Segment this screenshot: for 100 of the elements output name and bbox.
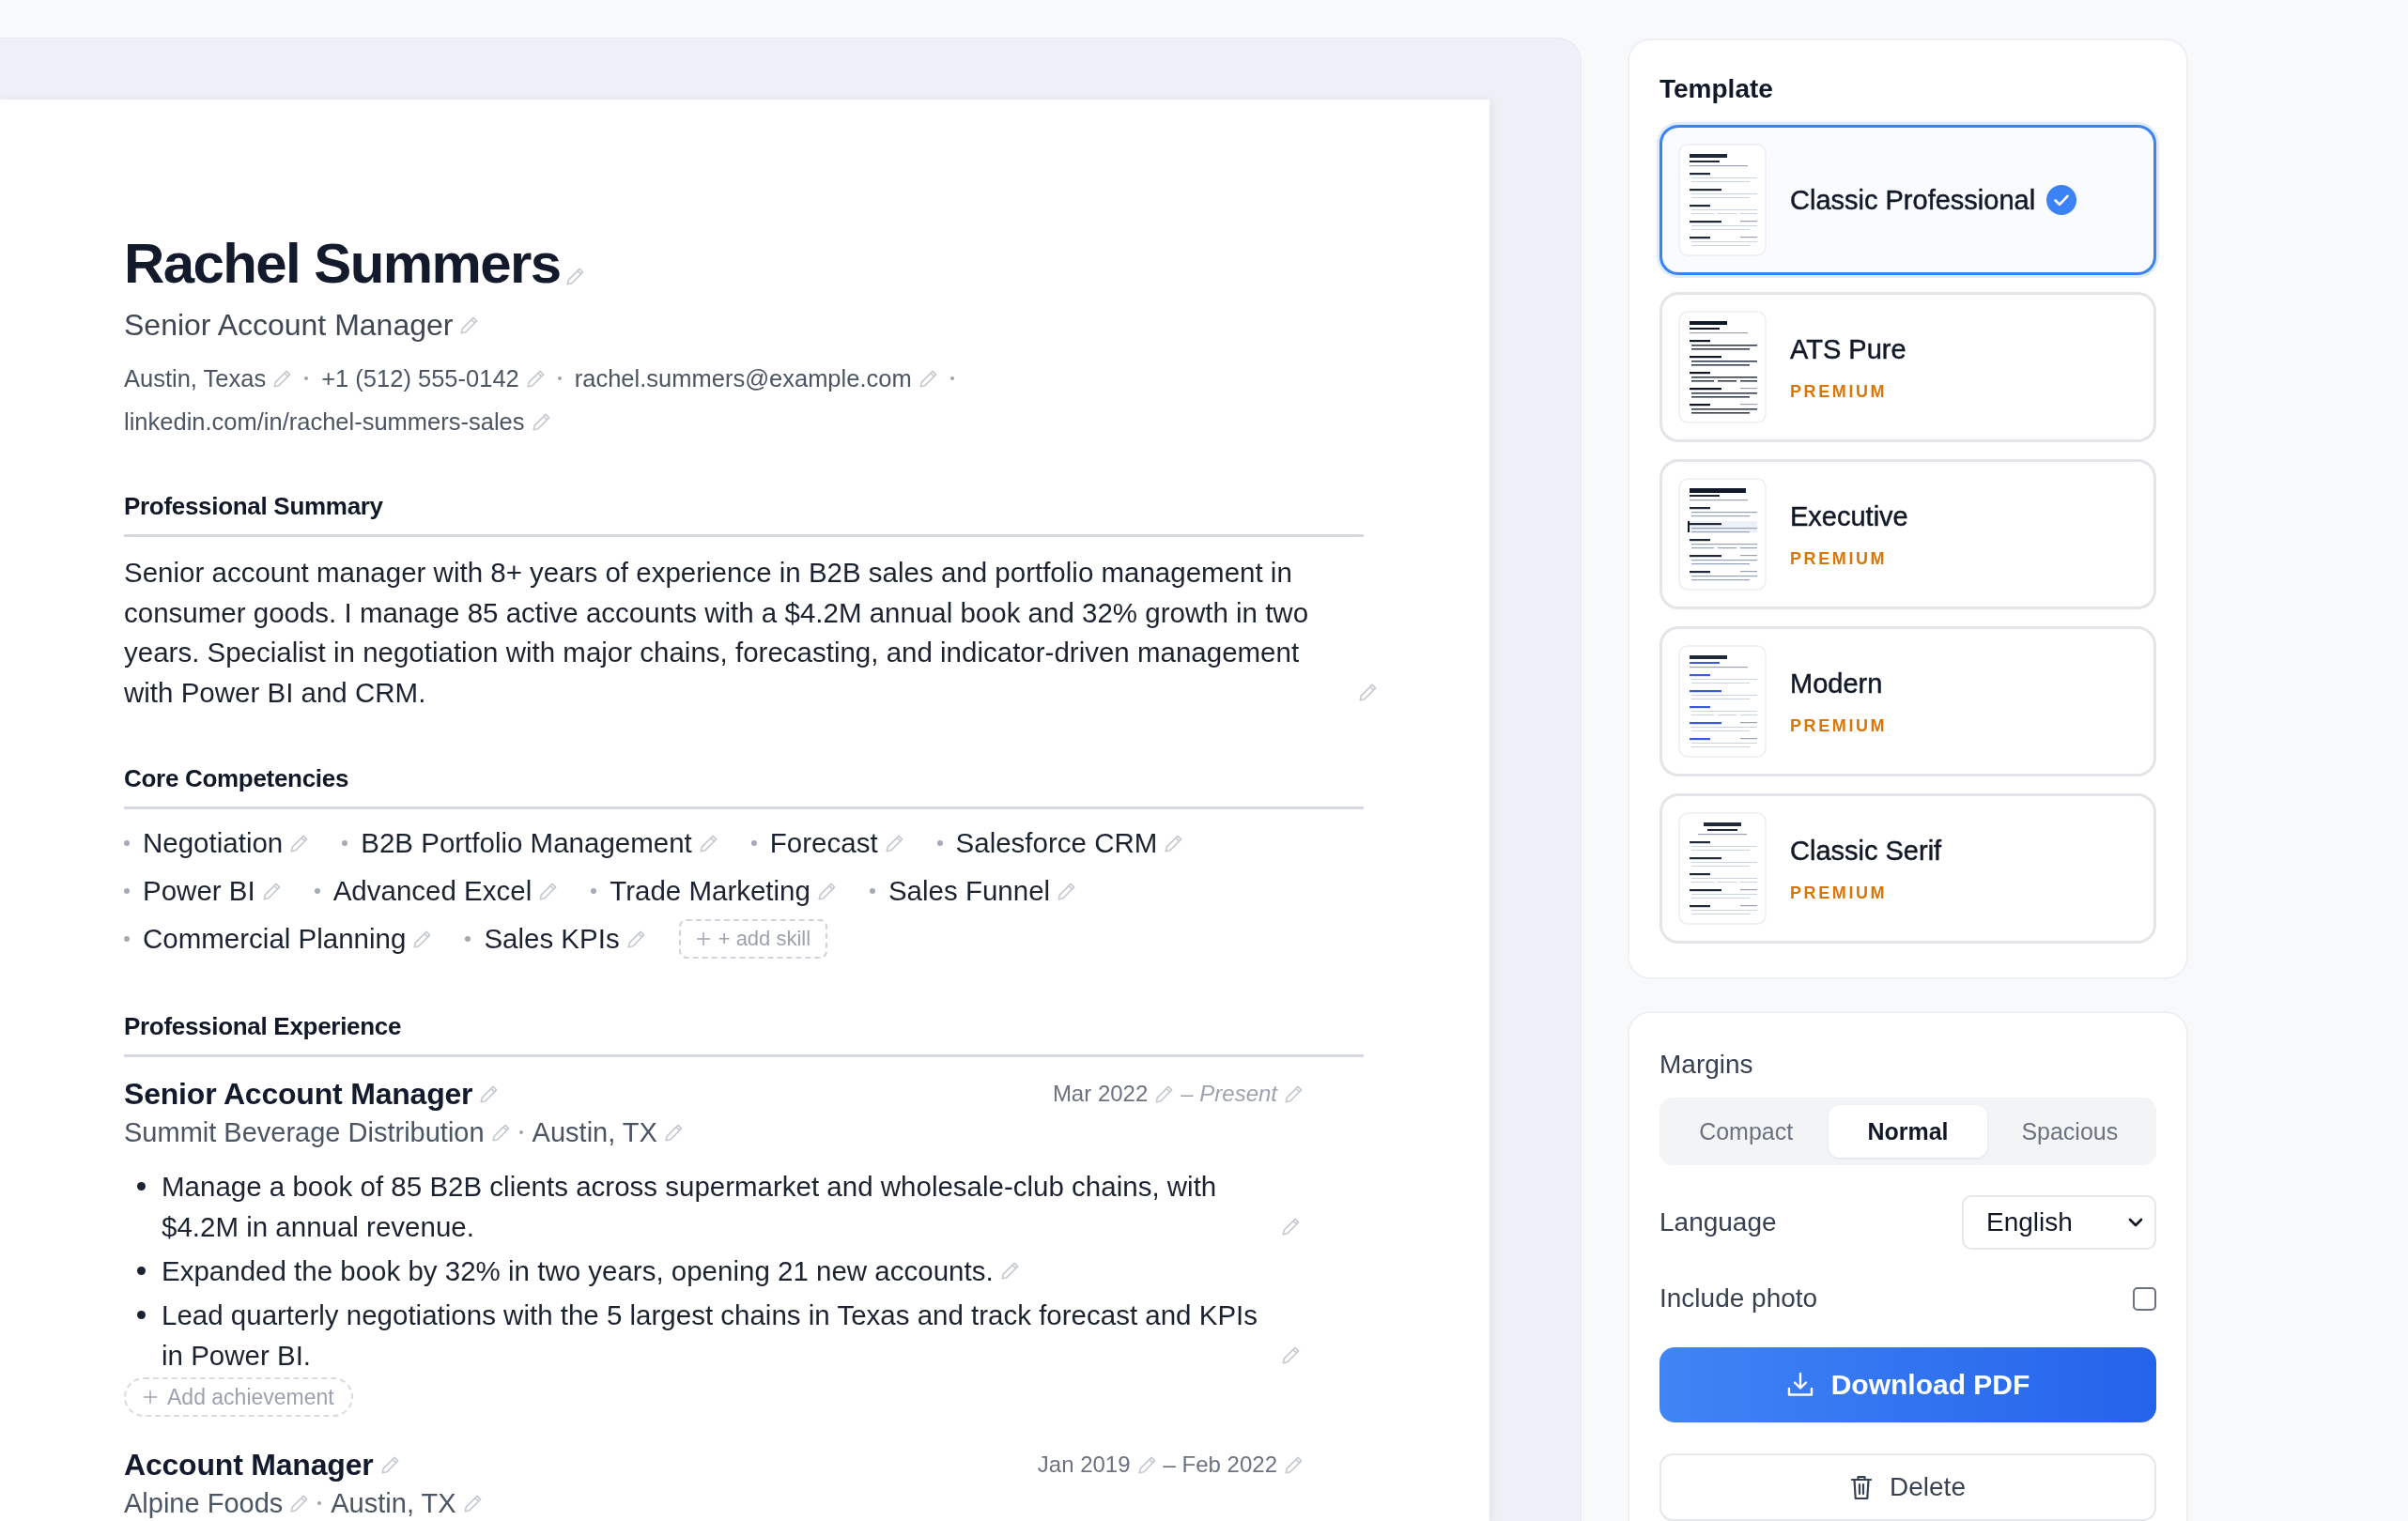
pencil-icon[interactable] — [1155, 1084, 1174, 1103]
pencil-icon[interactable] — [918, 369, 937, 388]
pencil-icon[interactable] — [480, 1084, 499, 1103]
pencil-icon[interactable] — [532, 412, 550, 431]
bullet-icon — [342, 840, 348, 846]
pencil-icon[interactable] — [539, 882, 558, 900]
skill-text: Trade Marketing — [610, 875, 810, 907]
document-thumbnail-icon — [1678, 311, 1767, 423]
template-name: Executive — [1790, 499, 1908, 533]
company-name: Summit Beverage Distribution — [124, 1116, 485, 1148]
pencil-icon[interactable] — [1359, 684, 1377, 701]
pencil-icon[interactable] — [817, 882, 836, 900]
section-heading: Professional Experience — [124, 1010, 1364, 1057]
premium-label: PREMIUM — [1790, 547, 1889, 570]
skill-text: Sales Funnel — [888, 875, 1051, 907]
trash-icon — [1850, 1474, 1874, 1500]
contact-text: linkedin.com/in/rachel-summers-sales — [124, 407, 525, 437]
job-headline: Senior Account Manager — [124, 307, 454, 344]
pencil-icon[interactable] — [1057, 882, 1076, 900]
skill-text: Power BI — [143, 875, 255, 907]
bullet-icon — [314, 888, 320, 894]
pencil-icon[interactable] — [290, 834, 309, 853]
skill-text: Negotiation — [143, 827, 284, 859]
summary-text: Senior account manager with 8+ years of experience in B2B sales and portfolio management in consumer goods. I manage 85 active accounts with a $4.2M annual book and 32% growth in two years. Specialist in negotiation with major chains, forecasting, and indicator-driven management with Power BI and CRM. — [124, 556, 1310, 710]
template-name: Classic Professional — [1790, 184, 2036, 217]
document-thumbnail-icon — [1678, 645, 1767, 758]
include-photo-checkbox[interactable] — [2133, 1286, 2156, 1311]
template-option[interactable]: ATS Pure PREMIUM — [1659, 292, 2156, 442]
bullet-icon — [750, 840, 757, 846]
margin-option[interactable]: Compact — [1667, 1105, 1826, 1158]
candidate-name: Rachel Summers — [124, 231, 561, 297]
template-option[interactable]: Modern PREMIUM — [1659, 626, 2156, 776]
achievement-text: Lead quarterly negotiations with the 5 largest chains in Texas and track forecast and KPIs in Power BI. — [162, 1298, 1259, 1373]
skill-text: Salesforce CRM — [955, 827, 1158, 859]
setting-label: Include photo — [1659, 1283, 1818, 1314]
pencil-icon[interactable] — [1137, 1455, 1156, 1474]
language-select[interactable]: English — [1962, 1195, 2156, 1250]
pencil-icon[interactable] — [885, 834, 903, 853]
template-option[interactable]: Executive PREMIUM — [1659, 459, 2156, 609]
separator-icon — [557, 376, 562, 380]
job-role: Senior Account Manager — [124, 1076, 473, 1112]
pencil-icon[interactable] — [262, 882, 281, 900]
bullet-icon — [465, 936, 471, 942]
template-name: Classic Serif — [1790, 834, 1942, 868]
pencil-icon[interactable] — [1000, 1262, 1019, 1280]
skill-text: Forecast — [769, 827, 878, 859]
start-date: Mar 2022 — [1052, 1081, 1149, 1107]
setting-label: Language — [1659, 1206, 1777, 1238]
pencil-icon[interactable] — [463, 1494, 482, 1513]
contact-text: rachel.summers@example.com — [574, 364, 912, 393]
achievement-text: Manage a book of 85 B2B clients across supermarket and wholesale-club chains, with $4.2M in annual revenue. — [162, 1170, 1218, 1244]
pencil-icon[interactable] — [290, 1494, 309, 1513]
pencil-icon[interactable] — [1282, 1218, 1300, 1236]
section-heading: Professional Summary — [124, 490, 1364, 537]
end-date: – Feb 2022 — [1163, 1452, 1277, 1478]
download-button[interactable]: Download PDF — [1659, 1347, 2156, 1422]
document-thumbnail-icon — [1678, 812, 1767, 925]
pencil-icon[interactable] — [1165, 834, 1183, 853]
bullet-icon — [124, 840, 130, 846]
pencil-icon[interactable] — [491, 1123, 510, 1142]
contact-text: +1 (512) 555-0142 — [321, 364, 519, 393]
job-location: Austin, TX — [532, 1116, 657, 1148]
template-name: Modern — [1790, 667, 1883, 700]
pencil-icon[interactable] — [565, 268, 584, 285]
premium-label: PREMIUM — [1790, 380, 1889, 403]
delete-button[interactable]: Delete — [1659, 1453, 2156, 1521]
pencil-icon[interactable] — [699, 834, 718, 853]
bullet-icon — [591, 888, 597, 894]
separator-icon — [949, 376, 954, 380]
panel-title: Template — [1659, 73, 1774, 105]
template-option[interactable]: Classic Professional — [1659, 125, 2156, 275]
job-role: Account Manager — [124, 1447, 374, 1483]
pencil-icon[interactable] — [526, 369, 545, 388]
premium-label: PREMIUM — [1790, 882, 1889, 904]
bullet-icon — [137, 1182, 146, 1191]
pencil-icon[interactable] — [1282, 1346, 1300, 1364]
pencil-icon[interactable] — [1285, 1084, 1303, 1103]
setting-label: Margins — [1659, 1049, 1754, 1081]
download-icon — [1785, 1371, 1814, 1399]
template-option[interactable]: Classic Serif PREMIUM — [1659, 793, 2156, 944]
skill-text: Commercial Planning — [143, 923, 407, 955]
pencil-icon[interactable] — [460, 315, 479, 334]
bullet-icon — [869, 888, 875, 894]
margin-option[interactable]: Normal — [1829, 1105, 1987, 1158]
bullet-icon — [137, 1267, 146, 1275]
pencil-icon[interactable] — [664, 1123, 683, 1142]
premium-label: PREMIUM — [1790, 714, 1888, 737]
pencil-icon[interactable] — [273, 369, 292, 388]
pencil-icon[interactable] — [1285, 1455, 1303, 1474]
template-name: ATS Pure — [1790, 332, 1906, 366]
pencil-icon[interactable] — [413, 930, 432, 948]
pencil-icon[interactable] — [380, 1455, 399, 1474]
separator-icon — [518, 1130, 523, 1134]
plus-icon — [695, 931, 711, 946]
skill-text: B2B Portfolio Management — [361, 827, 692, 859]
achievement-text: Expanded the book by 32% in two years, opening 21 new accounts. — [162, 1254, 994, 1288]
margin-option[interactable]: Spacious — [1990, 1105, 2149, 1158]
document-thumbnail-icon — [1678, 478, 1767, 591]
pencil-icon[interactable] — [626, 930, 645, 948]
separator-icon — [304, 376, 309, 380]
